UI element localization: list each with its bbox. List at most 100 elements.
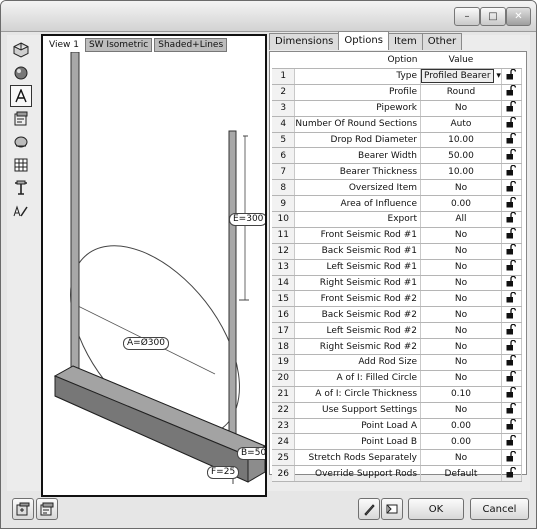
grid-row[interactable]: 15 Front Seismic Rod #2 No — [272, 290, 523, 308]
grid-row[interactable]: 1 Type Profiled Bearer ▾ — [272, 68, 523, 85]
lock-open-icon[interactable] — [501, 100, 523, 117]
option-value[interactable]: No — [420, 275, 502, 292]
view-tab-view1[interactable]: View 1 — [45, 38, 83, 52]
lock-open-icon[interactable] — [501, 433, 523, 451]
item-properties-button[interactable] — [36, 498, 58, 520]
lock-open-icon[interactable] — [501, 195, 523, 213]
option-value[interactable]: No — [420, 449, 502, 467]
grid-row[interactable]: 8 Oversized Item No — [272, 179, 523, 197]
lock-open-icon[interactable] — [501, 418, 523, 435]
lock-open-icon[interactable] — [501, 322, 523, 340]
option-value[interactable]: No — [420, 322, 502, 340]
option-value[interactable]: No — [420, 227, 502, 244]
lock-open-icon[interactable] — [501, 227, 523, 244]
grid-row[interactable]: 17 Left Seismic Rod #2 No — [272, 322, 523, 340]
edit-text-icon[interactable] — [10, 200, 32, 222]
lock-open-icon[interactable] — [501, 338, 523, 356]
grid-table-icon[interactable] — [10, 154, 32, 176]
grid-row[interactable]: 26 Override Support Rods Default — [272, 465, 523, 483]
grid-row[interactable]: 23 Point Load A 0.00 — [272, 418, 523, 435]
grid-row[interactable]: 25 Stretch Rods Separately No — [272, 449, 523, 467]
option-value[interactable]: No — [420, 370, 502, 387]
grid-row[interactable]: 7 Bearer Thickness 10.00 — [272, 163, 523, 181]
option-value[interactable]: No — [420, 338, 502, 356]
dimension-f-label[interactable]: F=25 — [207, 466, 240, 479]
hanger-rod-icon[interactable] — [10, 177, 32, 199]
grid-row[interactable]: 21 A of I: Circle Thickness 0.10 — [272, 386, 523, 403]
lock-open-icon[interactable] — [501, 147, 523, 165]
option-value[interactable]: Round — [420, 84, 502, 101]
close-button[interactable]: ✕ — [506, 7, 531, 26]
grid-row[interactable]: 14 Right Seismic Rod #1 No — [272, 275, 523, 292]
lock-open-icon[interactable] — [501, 290, 523, 308]
option-value[interactable]: Default — [420, 465, 502, 483]
option-value[interactable]: 0.00 — [420, 418, 502, 435]
option-value[interactable]: 10.00 — [420, 163, 502, 181]
grid-row[interactable]: 10 Export All — [272, 211, 523, 228]
sphere-render-icon[interactable] — [10, 62, 32, 84]
circle-shape-icon[interactable] — [10, 131, 32, 153]
option-value[interactable]: No — [420, 100, 502, 117]
option-value[interactable]: No — [420, 259, 502, 276]
grid-row[interactable]: 12 Back Seismic Rod #1 No — [272, 243, 523, 260]
lock-open-icon[interactable] — [501, 465, 523, 483]
option-value[interactable]: No — [420, 354, 502, 371]
lock-open-icon[interactable] — [501, 116, 523, 133]
option-value[interactable]: All — [420, 211, 502, 228]
grid-row[interactable]: 3 Pipework No — [272, 100, 523, 117]
ok-button[interactable]: OK — [408, 498, 464, 520]
option-value[interactable]: No — [420, 290, 502, 308]
grid-row[interactable]: 18 Right Seismic Rod #2 No — [272, 338, 523, 356]
lock-open-icon[interactable] — [501, 243, 523, 260]
option-value[interactable]: No — [420, 243, 502, 260]
grid-row[interactable]: 13 Left Seismic Rod #1 No — [272, 259, 523, 276]
lock-open-icon[interactable] — [501, 354, 523, 371]
grid-row[interactable]: 24 Point Load B 0.00 — [272, 433, 523, 451]
lock-open-icon[interactable] — [501, 259, 523, 276]
maximize-button[interactable]: □ — [480, 7, 506, 26]
view-tab-shaded-lines[interactable]: Shaded+Lines — [154, 38, 228, 52]
grid-row[interactable]: 16 Back Seismic Rod #2 No — [272, 306, 523, 324]
grid-row[interactable]: 6 Bearer Width 50.00 — [272, 147, 523, 165]
type-dropdown[interactable]: Profiled Bearer ▾ — [420, 68, 502, 85]
tab-dimensions[interactable]: Dimensions — [269, 33, 340, 50]
lock-open-icon[interactable] — [501, 179, 523, 197]
lock-open-icon[interactable] — [501, 275, 523, 292]
option-value[interactable]: 50.00 — [420, 147, 502, 165]
cube-view-icon[interactable] — [10, 39, 32, 61]
view-tab-sw-isometric[interactable]: SW Isometric — [84, 38, 153, 52]
grid-row[interactable]: 20 A of I: Filled Circle No — [272, 370, 523, 387]
dimension-e-label[interactable]: E=300 — [229, 213, 265, 226]
add-item-button[interactable] — [12, 498, 34, 520]
lock-open-icon[interactable] — [501, 163, 523, 181]
3d-viewport[interactable]: View 1 SW Isometric Shaded+Lines E=300 A… — [41, 34, 267, 497]
grid-row[interactable]: 9 Area of Influence 0.00 — [272, 195, 523, 213]
lock-open-icon[interactable] — [501, 386, 523, 403]
lock-open-icon[interactable] — [501, 449, 523, 467]
option-value[interactable]: 0.00 — [420, 433, 502, 451]
chevron-down-icon[interactable]: ▾ — [494, 71, 501, 81]
cancel-button[interactable]: Cancel — [470, 498, 529, 520]
lock-open-icon[interactable] — [501, 370, 523, 387]
option-value[interactable]: Auto — [420, 116, 502, 133]
grid-row[interactable]: 22 Use Support Settings No — [272, 402, 523, 419]
type-dropdown-value[interactable]: Profiled Bearer — [421, 69, 494, 84]
grid-row[interactable]: 11 Front Seismic Rod #1 No — [272, 227, 523, 244]
option-value[interactable]: No — [420, 402, 502, 419]
grid-row[interactable]: 19 Add Rod Size No — [272, 354, 523, 371]
lock-open-icon[interactable] — [501, 84, 523, 101]
text-tool-icon[interactable] — [10, 85, 32, 107]
lock-open-icon[interactable] — [501, 68, 523, 85]
tab-item[interactable]: Item — [387, 33, 423, 50]
preview-button[interactable] — [381, 498, 403, 520]
dimension-b-label[interactable]: B=50 — [237, 447, 265, 460]
minimize-button[interactable]: – — [454, 7, 480, 26]
grid-row[interactable]: 5 Drop Rod Diameter 10.00 — [272, 132, 523, 149]
lock-open-icon[interactable] — [501, 402, 523, 419]
lock-open-icon[interactable] — [501, 306, 523, 324]
option-value[interactable]: 0.00 — [420, 195, 502, 213]
tab-options[interactable]: Options — [338, 31, 389, 50]
option-value[interactable]: 10.00 — [420, 132, 502, 149]
grid-row[interactable]: 2 Profile Round — [272, 84, 523, 101]
option-value[interactable]: 0.10 — [420, 386, 502, 403]
